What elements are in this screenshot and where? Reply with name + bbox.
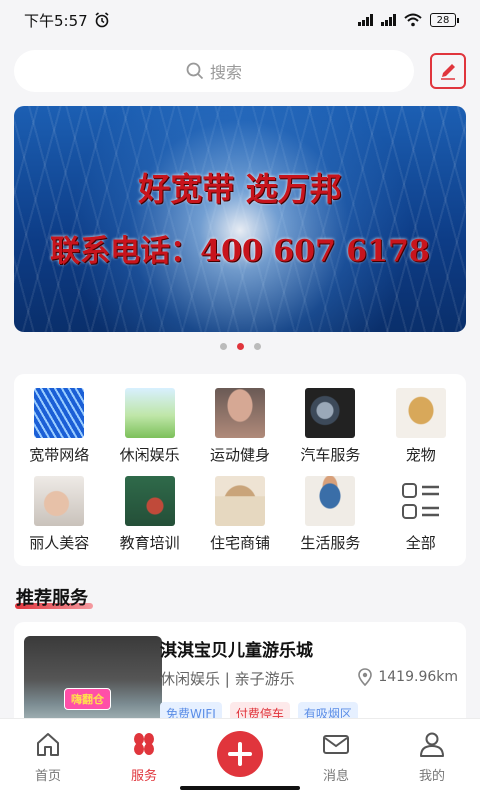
- service-name: 淇淇宝贝儿童游乐城: [160, 641, 313, 661]
- classroom-teacher-image: [124, 475, 175, 526]
- carousel-dot-active[interactable]: [236, 343, 244, 350]
- carousel-dot[interactable]: [219, 343, 227, 350]
- category-label: 汽车服务: [300, 445, 361, 464]
- category-label: 全部: [405, 533, 436, 552]
- category-label: 宠物: [405, 445, 436, 464]
- category-label: 住宅商铺: [209, 533, 270, 552]
- signal-icon-2: [381, 14, 396, 26]
- category-broadband[interactable]: 宽带网络: [14, 382, 104, 470]
- edit-icon: [441, 64, 455, 80]
- search-input[interactable]: 搜索: [14, 50, 414, 92]
- category-label: 休闲娱乐: [119, 445, 180, 464]
- category-pet[interactable]: 宠物: [376, 382, 466, 470]
- category-life-service[interactable]: 生活服务: [285, 470, 375, 558]
- tab-label: 消息: [322, 769, 349, 784]
- recommend-section-title: 推荐服务: [16, 588, 88, 609]
- carousel-dot[interactable]: [253, 343, 261, 350]
- cleaning-woman-image: [305, 475, 356, 526]
- service-sign: 嗨翻仓: [64, 688, 111, 710]
- beauty-treatment-image: [34, 475, 85, 526]
- category-label: 教育培训: [119, 533, 180, 552]
- tab-home[interactable]: 首页: [0, 719, 96, 800]
- battery-indicator: 28: [430, 13, 459, 27]
- tab-messages[interactable]: 消息: [288, 719, 384, 800]
- service-card[interactable]: 嗨翻仓 淇淇宝贝儿童游乐城 休闲娱乐 | 亲子游乐 1419.96km 免费WI…: [14, 622, 466, 732]
- tab-label: 服务: [130, 769, 157, 784]
- category-leisure[interactable]: 休闲娱乐: [104, 382, 194, 470]
- category-housing[interactable]: 住宅商铺: [195, 470, 285, 558]
- status-bar: 下午5:57 28: [0, 0, 480, 40]
- fiber-optic-image: [34, 387, 85, 438]
- user-icon: [420, 732, 444, 757]
- category-beauty[interactable]: 丽人美容: [14, 470, 104, 558]
- home-icon: [37, 733, 59, 756]
- house-keys-image: [214, 475, 265, 526]
- category-label: 生活服务: [300, 533, 361, 552]
- home-indicator: [180, 786, 300, 790]
- category-label: 运动健身: [209, 445, 270, 464]
- category-grid: 宽带网络 休闲娱乐 运动健身 汽车服务 宠物 丽人美容 教育培训 住宅商铺 生活…: [14, 374, 466, 566]
- fitness-woman-image: [214, 387, 265, 438]
- search-icon: [186, 62, 204, 80]
- status-time: 下午5:57: [24, 11, 88, 30]
- service-distance: 1419.96km: [358, 668, 458, 686]
- dog-image: [395, 387, 446, 438]
- tab-profile[interactable]: 我的: [384, 719, 480, 800]
- tab-label: 首页: [34, 769, 61, 784]
- edit-button[interactable]: [430, 53, 466, 89]
- park-scene-image: [124, 387, 175, 438]
- alarm-icon: [95, 12, 109, 28]
- mail-icon: [323, 735, 349, 754]
- service-icon: [134, 733, 154, 755]
- category-label: 宽带网络: [29, 445, 90, 464]
- location-pin-icon: [358, 668, 373, 686]
- plus-icon: [217, 731, 263, 777]
- carousel-indicator: [0, 343, 480, 350]
- category-all[interactable]: 全部: [376, 470, 466, 558]
- wifi-icon: [404, 13, 422, 27]
- tab-label: 我的: [418, 769, 445, 784]
- category-education[interactable]: 教育培训: [104, 470, 194, 558]
- search-placeholder: 搜索: [209, 63, 242, 82]
- all-list-icon: [401, 482, 439, 519]
- tab-service[interactable]: 服务: [96, 719, 192, 800]
- search-row: 搜索: [14, 50, 466, 92]
- banner-phone: 联系电话：400 607 6178: [50, 234, 430, 269]
- signal-icon: [358, 14, 373, 26]
- category-label: 丽人美容: [29, 533, 90, 552]
- category-fitness[interactable]: 运动健身: [195, 382, 285, 470]
- category-car-service[interactable]: 汽车服务: [285, 382, 375, 470]
- promo-banner[interactable]: 好宽带 选万邦 联系电话：400 607 6178: [14, 106, 466, 332]
- banner-slogan: 好宽带 选万邦: [138, 170, 342, 208]
- battery-level: 28: [436, 14, 450, 26]
- distance-value: 1419.96km: [378, 669, 458, 685]
- service-category: 休闲娱乐 | 亲子游乐: [160, 670, 295, 688]
- car-engine-image: [305, 387, 356, 438]
